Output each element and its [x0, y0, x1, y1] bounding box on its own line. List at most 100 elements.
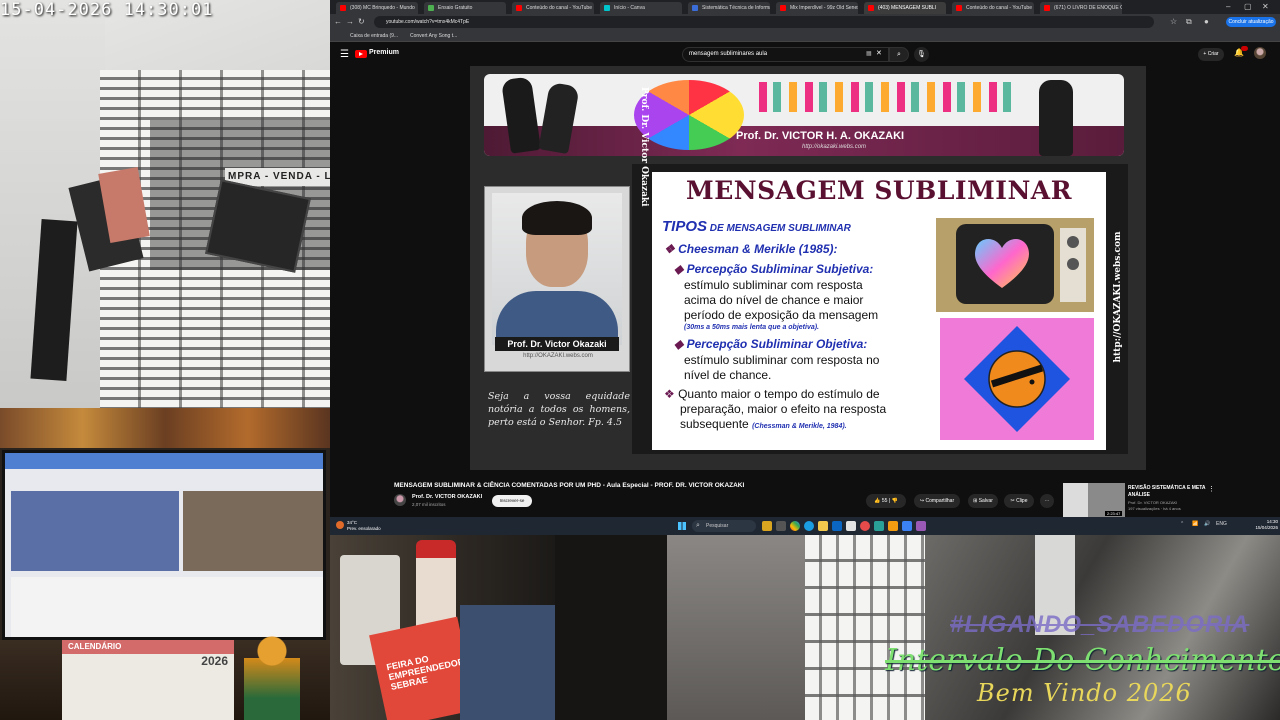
more-actions-button[interactable]: ⋯ — [1040, 494, 1054, 508]
mic-icon[interactable]: 🎙 — [914, 47, 929, 62]
browser-tab[interactable]: (403) MENSAGEM SUBLI — [864, 2, 946, 14]
browser-tab[interactable]: Mix Imperdível - 99z Old Senes — [776, 2, 858, 14]
reload-icon[interactable]: ↻ — [358, 17, 365, 27]
diamond-bullet-icon: ◆ — [674, 262, 687, 276]
bookmark-item[interactable]: Convert Any Song t... — [410, 31, 457, 41]
folder-icon[interactable] — [818, 521, 828, 531]
volume-icon[interactable]: 🔊 — [1204, 521, 1210, 527]
chrome-icon[interactable] — [790, 521, 800, 531]
share-button[interactable]: ↪ Compartilhar — [914, 494, 960, 508]
tray-chevron-icon[interactable]: ⌃ — [1180, 521, 1184, 527]
app-icon[interactable] — [888, 521, 898, 531]
url-input[interactable]: youtube.com/watch?v=tmx4kMc4TpE — [374, 16, 1154, 28]
clear-search-icon[interactable]: ✕ — [876, 49, 882, 57]
browser-tab[interactable]: Sistemática Técnica de Informaci — [688, 2, 770, 14]
browser-tab[interactable]: Conteúdo do canal - YouTube — [512, 2, 594, 14]
language-indicator[interactable]: ENG — [1216, 521, 1227, 527]
app-icon[interactable] — [846, 521, 856, 531]
recommended-title[interactable]: REVISÃO SISTEMÁTICA E META ANÁLISE — [1128, 485, 1210, 499]
app-icon[interactable] — [916, 521, 926, 531]
extensions-icon[interactable]: ⧉ — [1186, 17, 1192, 27]
bookmark-item[interactable]: Caixa de entrada (9... — [350, 31, 398, 41]
overlay-title: Intervalo Do Conhcimento — [885, 643, 1280, 678]
app-icon[interactable] — [874, 521, 884, 531]
clip-button[interactable]: ✂ Clipe — [1004, 494, 1034, 508]
store-icon[interactable] — [832, 521, 842, 531]
tab-label: (671) O LIVRO DE ENOQUE O — [1054, 5, 1122, 11]
task-view-icon[interactable] — [776, 521, 786, 531]
presenter-photo — [492, 193, 622, 345]
channel-avatar[interactable] — [394, 494, 406, 506]
update-button[interactable]: Concluir atualização — [1226, 17, 1276, 27]
youtube-logo-icon[interactable] — [355, 50, 367, 58]
browser-tab[interactable]: (308) MC Brinquedo - Mundo — [336, 2, 418, 14]
keyboard-icon[interactable]: ▦ — [866, 50, 872, 57]
recommended-meta: Prof. Dr. VICTOR OKAZAKI 197 visualizaçõ… — [1128, 500, 1210, 512]
channel-name[interactable]: Prof. Dr. VICTOR OKAZAKI — [412, 494, 482, 500]
taskbar-clock[interactable]: 14:30 15/04/2026 — [1232, 519, 1278, 531]
avatar[interactable] — [1254, 47, 1266, 59]
like-button[interactable]: 👍 55 | 👎 — [866, 494, 906, 508]
thumbs-down-icon[interactable]: | 👎 — [887, 498, 898, 504]
opera-icon[interactable] — [860, 521, 870, 531]
widgets-icon[interactable] — [762, 521, 772, 531]
recommended-stats: 197 visualizações · há 4 anos — [1128, 506, 1181, 511]
windows-start-icon[interactable] — [678, 522, 686, 530]
shelf — [0, 408, 330, 448]
close-icon[interactable]: ✕ — [1262, 2, 1269, 11]
banner-brain — [634, 80, 744, 150]
bible-quote: Seja a vossa equidade notória a todos os… — [488, 391, 630, 428]
edge-icon[interactable] — [804, 521, 814, 531]
browser-tab[interactable]: Conteúdo do canal - YouTube — [952, 2, 1034, 14]
video-player[interactable]: Prof. Dr. VICTOR H. A. OKAZAKI http://ok… — [470, 66, 1146, 470]
tab-favicon-icon — [868, 5, 874, 11]
app-icon[interactable] — [902, 521, 912, 531]
search-input[interactable]: mensagem subliminares aula — [682, 47, 889, 62]
diamond-flag-icon — [964, 326, 1070, 432]
browser-tab[interactable]: (671) O LIVRO DE ENOQUE O — [1040, 2, 1122, 14]
presenter-photo-frame: Prof. Dr. Victor Okazaki http://OKAZAKI.… — [484, 186, 630, 372]
q-line: subsequente (Chessman & Merikle, 1984). — [680, 417, 847, 431]
tab-label: Início - Canva — [614, 5, 645, 11]
slide: Prof. Dr. Victor Okazaki MENSAGEM SUBLIM… — [632, 87, 1128, 454]
clock-date: 15/04/2026 — [1255, 525, 1278, 530]
wifi-icon[interactable]: 📶 — [1192, 521, 1198, 527]
tab-label: (403) MENSAGEM SUBLI — [878, 5, 937, 11]
subscribe-button[interactable]: Inscrever-se — [492, 495, 532, 507]
bookmarks-bar: Caixa de entrada (9... Convert Any Song … — [330, 30, 1280, 42]
slide-banner: Prof. Dr. VICTOR H. A. OKAZAKI http://ok… — [484, 74, 1124, 156]
banner-url: http://okazaki.webs.com — [802, 144, 867, 150]
diamond-bullet-icon: ❖ — [664, 242, 679, 256]
weather-icon[interactable] — [336, 521, 344, 529]
minimize-icon[interactable]: – — [1226, 2, 1230, 11]
tab-label: Mix Imperdível - 99z Old Senes — [790, 5, 858, 11]
windows-taskbar: 34°C Prev. ensolarado Pesquisar ⌃ 📶 🔊 EN… — [330, 517, 1280, 535]
calendar-header: CALENDÁRIO — [62, 640, 234, 654]
video-title: MENSAGEM SUBLIMINAR & CIÊNCIA COMENTADAS… — [394, 482, 745, 489]
more-vert-icon[interactable]: ⋮ — [1208, 485, 1215, 493]
browser-tab[interactable]: Ensaio Gratuito — [424, 2, 506, 14]
save-button[interactable]: ⊞ Salvar — [968, 494, 998, 508]
desk-monitor — [2, 450, 326, 640]
menu-icon[interactable]: ☰ — [340, 49, 349, 60]
weather-widget[interactable]: 34°C Prev. ensolarado — [347, 520, 381, 532]
create-button[interactable]: + Criar — [1198, 48, 1224, 61]
profile-icon[interactable]: ● — [1204, 17, 1209, 27]
search-button[interactable]: ⌕ — [889, 47, 909, 62]
tab-label: Conteúdo do canal - YouTube — [966, 5, 1032, 11]
taskbar-search[interactable]: Pesquisar — [692, 520, 756, 532]
star-icon[interactable]: ☆ — [1170, 17, 1177, 27]
obj-line: estímulo subliminar com resposta no — [684, 353, 880, 367]
q-cite: (Chessman & Merikle, 1984). — [752, 423, 847, 430]
tab-favicon-icon — [692, 5, 698, 11]
maximize-icon[interactable]: ▢ — [1244, 2, 1252, 11]
monitor-pane — [183, 491, 323, 571]
browser-tab[interactable]: Início - Canva — [600, 2, 682, 14]
forward-icon[interactable]: → — [346, 17, 354, 27]
thumbs-up-icon: 👍 — [874, 498, 882, 504]
obj-heading: Percepção Subliminar Objetiva: — [686, 337, 868, 351]
banner-figures — [759, 82, 1019, 112]
back-icon[interactable]: ← — [334, 17, 342, 27]
slide-side-text: Prof. Dr. Victor Okazaki — [639, 87, 649, 207]
banner-athlete — [1039, 80, 1073, 156]
